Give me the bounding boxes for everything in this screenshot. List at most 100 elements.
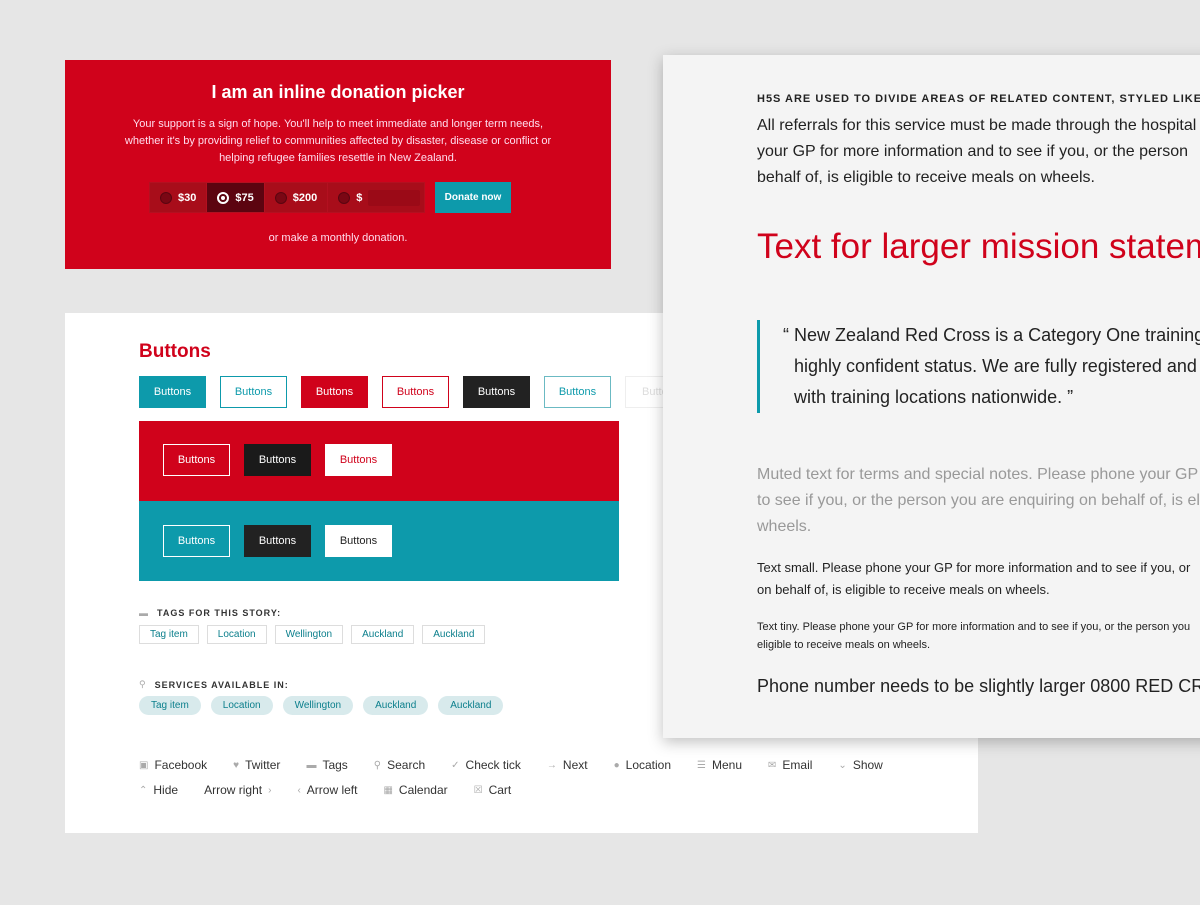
menu-icon: ☰ [697, 759, 706, 771]
muted-text: to see if you, or the person you are enq… [757, 492, 1200, 509]
button-red[interactable]: Buttons [301, 376, 368, 408]
twitter-icon: ♥ [233, 759, 240, 771]
button-teal-outline[interactable]: Buttons [220, 376, 287, 408]
services-heading-text: SERVICES AVAILABLE IN: [154, 679, 289, 690]
donation-description: Your support is a sign of hope. You'll h… [105, 116, 571, 167]
calendar-link[interactable]: ▦ Calendar [383, 783, 447, 797]
custom-amount-input[interactable] [368, 189, 421, 206]
twitter-link[interactable]: ♥ Twitter [233, 758, 280, 772]
search-link[interactable]: ⚲ Search [374, 758, 425, 772]
chevron-down-icon: ⌄ [838, 759, 847, 771]
desc-line: helping refugee families resettle in New… [219, 152, 457, 164]
facebook-icon: ▣ [139, 759, 149, 771]
amount-option-30[interactable]: $30 [150, 183, 208, 212]
show-link[interactable]: ⌄ Show [838, 758, 882, 772]
service-pill[interactable]: Location [210, 696, 273, 715]
tags-heading-text: TAGS FOR THIS STORY: [157, 608, 282, 618]
monthly-donation-link[interactable]: or make a monthly donation. [65, 232, 611, 244]
tag-item[interactable]: Tag item [139, 625, 199, 644]
quote-text: “ New Zealand Red Cross is a Category On… [783, 325, 1200, 345]
arrow-left-link[interactable]: ‹ Arrow left [297, 783, 357, 797]
menu-link[interactable]: ☰ Menu [697, 758, 742, 772]
cart-icon: ☒ [473, 784, 483, 796]
icon-label: Hide [153, 783, 179, 797]
button-white[interactable]: Buttons [325, 444, 392, 476]
buttons-title: Buttons [139, 341, 211, 362]
tag-item[interactable]: Auckland [422, 625, 486, 644]
icon-row-1: ▣ Facebook ♥ Twitter ▬ Tags ⚲ Search ✓ Check … [139, 758, 909, 772]
button-white-outline[interactable]: Buttons [163, 444, 230, 476]
quote-bar [757, 320, 760, 413]
email-link[interactable]: ✉ Email [768, 758, 812, 772]
service-pill[interactable]: Auckland [363, 696, 429, 715]
cart-link[interactable]: ☒ Cart [474, 783, 512, 797]
location-icon: ⚲ [139, 679, 147, 689]
chevron-left-icon: ‹ [297, 784, 301, 796]
facebook-link[interactable]: ▣ Facebook [139, 758, 207, 772]
icon-row-2: ⌃ Hide Arrow right › ‹ Arrow left ▦ Calendar… [139, 783, 537, 797]
tag-icon: ▬ [139, 608, 149, 618]
button-white[interactable]: Buttons [325, 525, 392, 557]
icon-label: Email [782, 758, 813, 772]
button-dark[interactable]: Buttons [463, 376, 530, 408]
icon-label: Menu [711, 758, 743, 772]
quote-text: with training locations nationwide. ” [794, 387, 1074, 407]
quote-text: highly confident status. We are fully re… [794, 356, 1197, 376]
email-icon: ✉ [768, 759, 777, 771]
donation-picker-panel: I am an inline donation picker Your supp… [65, 60, 611, 269]
icon-label: Check tick [465, 758, 521, 772]
icon-label: Next [562, 758, 588, 772]
tags-link[interactable]: ▬ Tags [306, 758, 347, 772]
amount-option-custom[interactable]: $ [328, 183, 430, 212]
body-text: behalf of, is eligible to receive meals … [757, 169, 1095, 186]
small-text: on behalf of, is eligible to receive mea… [757, 582, 1050, 597]
icon-label: Cart [488, 783, 512, 797]
tag-item[interactable]: Wellington [274, 625, 344, 644]
amount-option-75[interactable]: $75 [207, 183, 265, 212]
typography-panel: H5S ARE USED TO DIVIDE AREAS OF RELATED … [663, 55, 1200, 738]
tag-item[interactable]: Location [206, 625, 267, 644]
button-teal-outline-light[interactable]: Buttons [544, 376, 611, 408]
radio-icon [274, 191, 287, 204]
amount-option-200[interactable]: $200 [265, 183, 329, 212]
radio-selected-icon [217, 191, 230, 204]
tags-list: Tag item Location Wellington Auckland Au… [139, 625, 486, 644]
service-pill[interactable]: Tag item [139, 696, 201, 715]
service-pill[interactable]: Auckland [438, 696, 504, 715]
chevron-right-icon: › [268, 784, 272, 796]
icon-label: Arrow right [204, 783, 263, 797]
option-label: $75 [235, 191, 254, 204]
button-dark[interactable]: Buttons [244, 444, 311, 476]
icon-label: Arrow left [306, 783, 358, 797]
chevron-up-icon: ⌃ [139, 784, 148, 796]
tag-item[interactable]: Auckland [351, 625, 415, 644]
muted-text: Muted text for terms and special notes. … [757, 466, 1199, 483]
amount-picker: $30 $75 $200 $ [149, 182, 425, 213]
arrow-right-link[interactable]: Arrow right › [204, 783, 271, 797]
hide-link[interactable]: ⌃ Hide [139, 783, 178, 797]
tag-icon: ▬ [306, 759, 317, 771]
tags-heading: ▬ TAGS FOR THIS STORY: [139, 608, 281, 618]
button-teal[interactable]: Buttons [139, 376, 206, 408]
phone-text: Phone number needs to be slightly larger… [757, 676, 1200, 696]
icon-label: Tags [322, 758, 348, 772]
search-icon: ⚲ [373, 759, 382, 771]
next-link[interactable]: → Next [547, 758, 588, 772]
icon-label: Show [852, 758, 883, 772]
tiny-text: Text tiny. Please phone your GP for more… [757, 621, 1191, 633]
mission-statement: Text for larger mission statement [757, 227, 1200, 266]
option-label: $200 [292, 191, 318, 204]
teal-band: Buttons Buttons Buttons [139, 501, 619, 581]
check-icon: ✓ [451, 759, 460, 771]
radio-icon [160, 191, 172, 204]
check-link[interactable]: ✓ Check tick [451, 758, 521, 772]
button-dark[interactable]: Buttons [244, 525, 311, 557]
donate-now-button[interactable]: Donate now [435, 182, 511, 213]
red-band: Buttons Buttons Buttons [139, 421, 619, 501]
button-red-outline[interactable]: Buttons [382, 376, 449, 408]
service-pill[interactable]: Wellington [282, 696, 354, 715]
desc-line: Your support is a sign of hope. You'll h… [132, 118, 544, 130]
button-white-outline[interactable]: Buttons [163, 525, 230, 557]
location-link[interactable]: ● Location [614, 758, 671, 772]
option-label: $ [356, 191, 363, 204]
